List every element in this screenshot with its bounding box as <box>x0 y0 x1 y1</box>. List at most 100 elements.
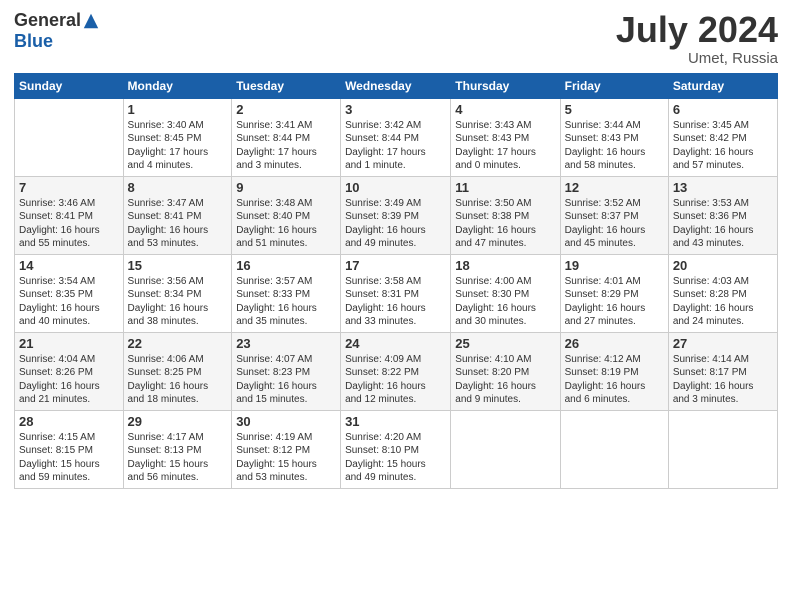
day-info: Sunrise: 3:41 AM Sunset: 8:44 PM Dayligh… <box>236 119 336 173</box>
page: General Blue July 2024 Umet, Russia Sund… <box>0 0 792 612</box>
day-cell: 19Sunrise: 4:01 AM Sunset: 8:29 PM Dayli… <box>560 254 668 332</box>
day-cell: 1Sunrise: 3:40 AM Sunset: 8:45 PM Daylig… <box>123 98 232 176</box>
day-info: Sunrise: 4:20 AM Sunset: 8:10 PM Dayligh… <box>345 431 446 485</box>
logo-icon <box>82 12 100 30</box>
day-info: Sunrise: 4:07 AM Sunset: 8:23 PM Dayligh… <box>236 353 336 407</box>
day-info: Sunrise: 4:00 AM Sunset: 8:30 PM Dayligh… <box>455 275 555 329</box>
day-number: 21 <box>19 336 119 351</box>
day-info: Sunrise: 3:54 AM Sunset: 8:35 PM Dayligh… <box>19 275 119 329</box>
day-info: Sunrise: 3:57 AM Sunset: 8:33 PM Dayligh… <box>236 275 336 329</box>
day-cell: 7 Sunrise: 3:46 AM Sunset: 8:41 PM Daylig… <box>15 176 124 254</box>
week-row-3: 14 Sunrise: 3:54 AM Sunset: 8:35 PM Dayli… <box>15 254 778 332</box>
day-number: 2 <box>236 102 336 117</box>
day-cell: 29Sunrise: 4:17 AM Sunset: 8:13 PM Dayli… <box>123 410 232 488</box>
day-cell: 25Sunrise: 4:10 AM Sunset: 8:20 PM Dayli… <box>451 332 560 410</box>
day-number: 18 <box>455 258 555 273</box>
day-number: 14 <box>19 258 119 273</box>
week-row-4: 21 Sunrise: 4:04 AM Sunset: 8:26 PM Dayli… <box>15 332 778 410</box>
day-number: 3 <box>345 102 446 117</box>
day-number: 27 <box>673 336 773 351</box>
col-header-thursday: Thursday <box>451 73 560 98</box>
calendar-body: 1Sunrise: 3:40 AM Sunset: 8:45 PM Daylig… <box>15 98 778 488</box>
day-info: Sunrise: 3:50 AM Sunset: 8:38 PM Dayligh… <box>455 197 555 251</box>
day-cell: 31 Sunrise: 4:20 AM Sunset: 8:10 PM Dayli… <box>341 410 451 488</box>
day-cell <box>560 410 668 488</box>
day-info: Sunrise: 3:46 AM Sunset: 8:41 PM Dayligh… <box>19 197 119 251</box>
day-info: Sunrise: 3:52 AM Sunset: 8:37 PM Dayligh… <box>565 197 664 251</box>
day-number: 12 <box>565 180 664 195</box>
day-number: 10 <box>345 180 446 195</box>
day-number: 29 <box>128 414 228 429</box>
col-header-tuesday: Tuesday <box>232 73 341 98</box>
col-header-friday: Friday <box>560 73 668 98</box>
subtitle: Umet, Russia <box>616 50 778 67</box>
day-number: 8 <box>128 180 228 195</box>
day-cell: 26Sunrise: 4:12 AM Sunset: 8:19 PM Dayli… <box>560 332 668 410</box>
day-cell: 2 Sunrise: 3:41 AM Sunset: 8:44 PM Daylig… <box>232 98 341 176</box>
day-number: 23 <box>236 336 336 351</box>
day-number: 13 <box>673 180 773 195</box>
day-info: Sunrise: 3:40 AM Sunset: 8:45 PM Dayligh… <box>128 119 228 173</box>
day-cell: 17 Sunrise: 3:58 AM Sunset: 8:31 PM Dayli… <box>341 254 451 332</box>
day-info: Sunrise: 3:58 AM Sunset: 8:31 PM Dayligh… <box>345 275 446 329</box>
day-number: 16 <box>236 258 336 273</box>
day-info: Sunrise: 4:12 AM Sunset: 8:19 PM Dayligh… <box>565 353 664 407</box>
day-info: Sunrise: 3:43 AM Sunset: 8:43 PM Dayligh… <box>455 119 555 173</box>
main-title: July 2024 <box>616 10 778 50</box>
day-cell: 14 Sunrise: 3:54 AM Sunset: 8:35 PM Dayli… <box>15 254 124 332</box>
day-cell <box>451 410 560 488</box>
day-info: Sunrise: 4:06 AM Sunset: 8:25 PM Dayligh… <box>128 353 228 407</box>
day-number: 19 <box>565 258 664 273</box>
day-cell: 28 Sunrise: 4:15 AM Sunset: 8:15 PM Dayli… <box>15 410 124 488</box>
day-info: Sunrise: 3:42 AM Sunset: 8:44 PM Dayligh… <box>345 119 446 173</box>
day-number: 7 <box>19 180 119 195</box>
day-cell: 10Sunrise: 3:49 AM Sunset: 8:39 PM Dayli… <box>341 176 451 254</box>
day-cell: 9 Sunrise: 3:48 AM Sunset: 8:40 PM Daylig… <box>232 176 341 254</box>
day-cell <box>668 410 777 488</box>
logo: General Blue <box>14 10 100 52</box>
week-row-5: 28 Sunrise: 4:15 AM Sunset: 8:15 PM Dayli… <box>15 410 778 488</box>
day-cell: 20Sunrise: 4:03 AM Sunset: 8:28 PM Dayli… <box>668 254 777 332</box>
day-info: Sunrise: 4:09 AM Sunset: 8:22 PM Dayligh… <box>345 353 446 407</box>
day-cell: 30Sunrise: 4:19 AM Sunset: 8:12 PM Dayli… <box>232 410 341 488</box>
day-cell: 24 Sunrise: 4:09 AM Sunset: 8:22 PM Dayli… <box>341 332 451 410</box>
day-cell: 23 Sunrise: 4:07 AM Sunset: 8:23 PM Dayli… <box>232 332 341 410</box>
day-cell: 13 Sunrise: 3:53 AM Sunset: 8:36 PM Dayli… <box>668 176 777 254</box>
col-header-sunday: Sunday <box>15 73 124 98</box>
day-number: 28 <box>19 414 119 429</box>
day-info: Sunrise: 3:48 AM Sunset: 8:40 PM Dayligh… <box>236 197 336 251</box>
day-cell: 4 Sunrise: 3:43 AM Sunset: 8:43 PM Daylig… <box>451 98 560 176</box>
day-cell: 5Sunrise: 3:44 AM Sunset: 8:43 PM Daylig… <box>560 98 668 176</box>
logo-general-text: General <box>14 10 81 31</box>
day-number: 4 <box>455 102 555 117</box>
day-info: Sunrise: 4:19 AM Sunset: 8:12 PM Dayligh… <box>236 431 336 485</box>
logo-blue-text: Blue <box>14 31 53 52</box>
day-number: 24 <box>345 336 446 351</box>
title-area: July 2024 Umet, Russia <box>616 10 778 67</box>
day-cell: 11Sunrise: 3:50 AM Sunset: 8:38 PM Dayli… <box>451 176 560 254</box>
day-cell: 12 Sunrise: 3:52 AM Sunset: 8:37 PM Dayli… <box>560 176 668 254</box>
day-info: Sunrise: 3:47 AM Sunset: 8:41 PM Dayligh… <box>128 197 228 251</box>
day-info: Sunrise: 3:44 AM Sunset: 8:43 PM Dayligh… <box>565 119 664 173</box>
day-info: Sunrise: 4:14 AM Sunset: 8:17 PM Dayligh… <box>673 353 773 407</box>
day-number: 9 <box>236 180 336 195</box>
day-info: Sunrise: 4:15 AM Sunset: 8:15 PM Dayligh… <box>19 431 119 485</box>
day-info: Sunrise: 4:04 AM Sunset: 8:26 PM Dayligh… <box>19 353 119 407</box>
header: General Blue July 2024 Umet, Russia <box>14 10 778 67</box>
day-cell: 16 Sunrise: 3:57 AM Sunset: 8:33 PM Dayli… <box>232 254 341 332</box>
header-row: SundayMondayTuesdayWednesdayThursdayFrid… <box>15 73 778 98</box>
calendar-header: SundayMondayTuesdayWednesdayThursdayFrid… <box>15 73 778 98</box>
day-number: 6 <box>673 102 773 117</box>
day-number: 31 <box>345 414 446 429</box>
week-row-2: 7 Sunrise: 3:46 AM Sunset: 8:41 PM Daylig… <box>15 176 778 254</box>
day-info: Sunrise: 4:10 AM Sunset: 8:20 PM Dayligh… <box>455 353 555 407</box>
col-header-saturday: Saturday <box>668 73 777 98</box>
day-number: 20 <box>673 258 773 273</box>
day-info: Sunrise: 3:53 AM Sunset: 8:36 PM Dayligh… <box>673 197 773 251</box>
day-info: Sunrise: 3:56 AM Sunset: 8:34 PM Dayligh… <box>128 275 228 329</box>
day-cell: 3 Sunrise: 3:42 AM Sunset: 8:44 PM Daylig… <box>341 98 451 176</box>
day-number: 17 <box>345 258 446 273</box>
day-cell: 27 Sunrise: 4:14 AM Sunset: 8:17 PM Dayli… <box>668 332 777 410</box>
day-cell: 15Sunrise: 3:56 AM Sunset: 8:34 PM Dayli… <box>123 254 232 332</box>
day-number: 22 <box>128 336 228 351</box>
